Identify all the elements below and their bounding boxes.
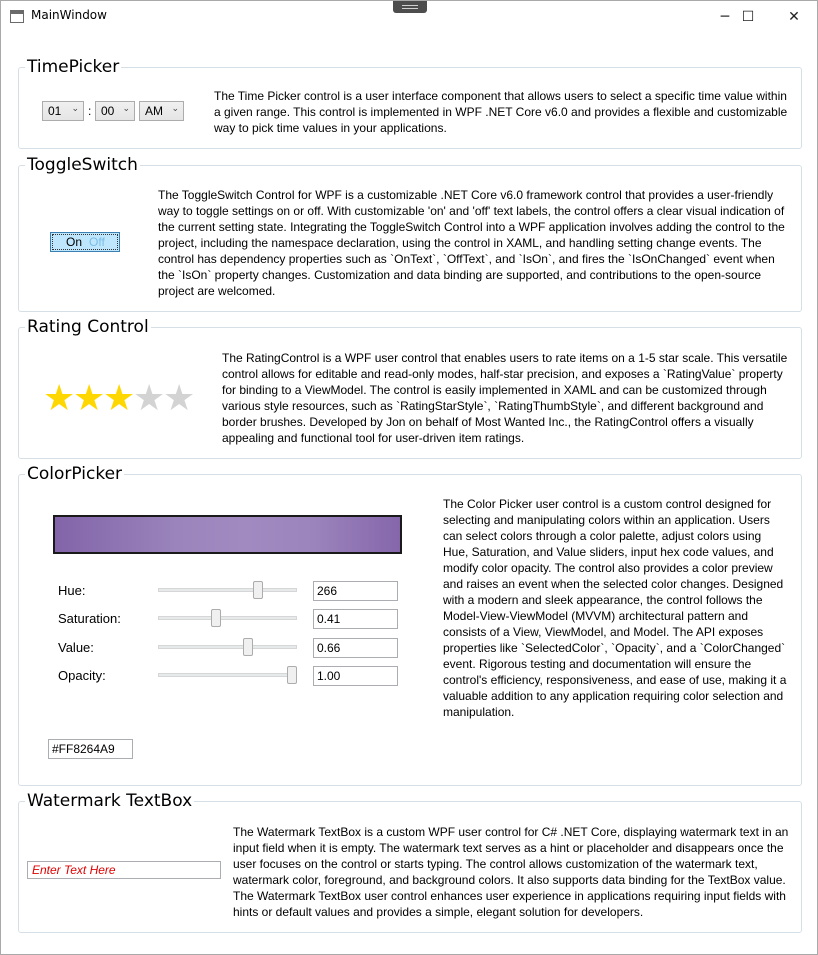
slider-track[interactable] [158,645,297,649]
snap-grip-icon[interactable] [393,1,427,13]
window-title: MainWindow [31,8,107,22]
star-icon[interactable]: ★ [43,381,75,417]
hour-value: 01 [48,104,62,118]
rating-legend: Rating Control [25,317,151,337]
title-bar[interactable]: MainWindow ─ ☐ ✕ [1,1,817,32]
slider-label: Opacity: [58,668,106,683]
toggle-on-label: On [66,235,83,249]
slider-thumb[interactable] [287,666,297,684]
maximize-button[interactable]: ☐ [725,1,771,32]
ampm-combobox[interactable]: AM ⌄ [139,101,184,121]
slider-value-input[interactable]: 1.00 [313,666,398,686]
slider-label: Value: [58,640,94,655]
slider-track[interactable] [158,673,297,677]
slider-value-input[interactable]: 0.66 [313,638,398,658]
star-icon[interactable]: ★ [73,381,105,417]
slider-label: Hue: [58,583,86,598]
chevron-down-icon: ⌄ [171,103,179,113]
toggle-off-label: Off [89,235,105,249]
hour-combobox[interactable]: 01 ⌄ [42,101,84,121]
watermark-textbox[interactable]: Enter Text Here [27,861,221,879]
minute-value: 00 [101,104,115,118]
slider-track[interactable] [158,588,297,592]
chevron-down-icon: ⌄ [71,103,79,113]
star-icon[interactable]: ★ [163,381,195,417]
slider-value-input[interactable]: 0.41 [313,609,398,629]
colorpicker-description: The Color Picker user control is a custo… [443,497,787,719]
minute-combobox[interactable]: 00 ⌄ [95,101,135,121]
chevron-down-icon: ⌄ [122,103,130,113]
slider-thumb[interactable] [211,609,221,627]
time-separator: : [88,104,92,118]
watermark-description: The Watermark TextBox is a custom WPF us… [233,825,789,919]
toggleswitch-description: The ToggleSwitch Control for WPF is a cu… [158,188,785,298]
toggleswitch-legend: ToggleSwitch [25,155,140,175]
main-window: MainWindow ─ ☐ ✕ TimePicker 01 ⌄ : 00 ⌄ … [0,0,818,955]
slider-thumb[interactable] [253,581,263,599]
hex-input[interactable]: #FF8264A9 [48,739,133,759]
app-icon [10,10,24,23]
color-preview [53,515,402,554]
star-rating[interactable]: ★ ★ ★ ★ ★ [43,381,195,417]
toggle-switch[interactable]: On Off [50,232,120,252]
timepicker-description: The Time Picker control is a user interf… [214,89,788,135]
rating-description: The RatingControl is a WPF user control … [222,351,788,445]
close-button[interactable]: ✕ [771,1,817,32]
slider-thumb[interactable] [243,638,253,656]
slider-value-input[interactable]: 266 [313,581,398,601]
star-icon[interactable]: ★ [103,381,135,417]
timepicker-legend: TimePicker [25,57,122,77]
ampm-value: AM [145,104,163,118]
star-icon[interactable]: ★ [133,381,165,417]
slider-track[interactable] [158,616,297,620]
slider-label: Saturation: [58,611,121,626]
colorpicker-legend: ColorPicker [25,464,125,484]
watermark-legend: Watermark TextBox [25,791,195,811]
